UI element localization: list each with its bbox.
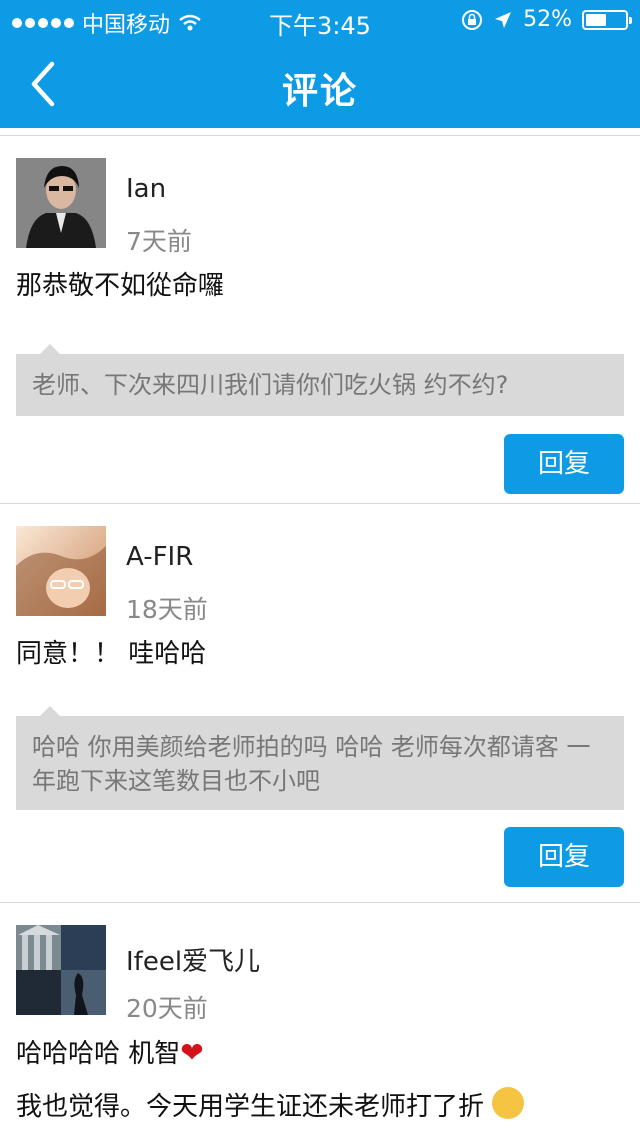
comment-item: Ifeel爱飞儿 20天前 哈哈哈哈 机智❤ 我也觉得。今天用学生证还未老师打了…: [0, 902, 640, 1136]
location-arrow-icon: [495, 11, 512, 28]
battery-fill: [586, 13, 606, 26]
battery-icon: [582, 9, 632, 30]
user-name[interactable]: Ian: [126, 174, 166, 204]
reply-button[interactable]: 回复: [504, 434, 624, 494]
comment-text-line1: 哈哈哈哈 机智: [16, 1039, 181, 1069]
comment-text-line: 我也觉得。今天用学生证还未老师打了折: [16, 1087, 525, 1127]
header-bar: 中国移动 下午3:45 52% 评论: [0, 0, 640, 128]
comment-list[interactable]: Ian 7天前 那恭敬不如從命囉 老师、下次来四川我们请你们吃火锅 约不约? 回…: [0, 128, 640, 1136]
user-name[interactable]: A-FIR: [126, 542, 193, 572]
status-bar: 中国移动 下午3:45 52%: [0, 0, 640, 40]
battery-percent: 52%: [523, 7, 572, 32]
reply-button[interactable]: 回复: [504, 827, 624, 887]
comment-time: 20天前: [126, 994, 208, 1023]
comment-time: 18天前: [126, 595, 208, 624]
reply-bubble: 哈哈 你用美颜给老师拍的吗 哈哈 老师每次都请客 一年跑下来这笔数目也不小吧: [16, 706, 624, 810]
comment-text-line: 哈哈哈哈 机智❤: [16, 1033, 204, 1074]
navigation-bar: 评论: [0, 40, 640, 128]
avatar[interactable]: [16, 925, 106, 1015]
comment-item: A-FIR 18天前 同意！！ 哇哈哈 哈哈 你用美颜给老师拍的吗 哈哈 老师每…: [0, 503, 640, 902]
comment-text: 同意！！ 哇哈哈: [16, 639, 207, 669]
blushing-face-emoji-icon: [492, 1087, 525, 1119]
comment-item: Ian 7天前 那恭敬不如從命囉 老师、下次来四川我们请你们吃火锅 约不约? 回…: [0, 135, 640, 503]
comment-time: 7天前: [126, 227, 192, 256]
user-name[interactable]: Ifeel爱飞儿: [126, 941, 260, 978]
avatar[interactable]: [16, 526, 106, 616]
comment-text: 那恭敬不如從命囉: [16, 271, 225, 301]
page-title: 评论: [281, 71, 358, 112]
reply-bubble: 老师、下次来四川我们请你们吃火锅 约不约?: [16, 344, 624, 416]
avatar[interactable]: [16, 158, 106, 248]
heart-emoji-icon: ❤: [180, 1036, 204, 1069]
comment-text-line2: 我也觉得。今天用学生证还未老师打了折: [16, 1092, 485, 1122]
rotation-lock-icon: [462, 9, 483, 30]
